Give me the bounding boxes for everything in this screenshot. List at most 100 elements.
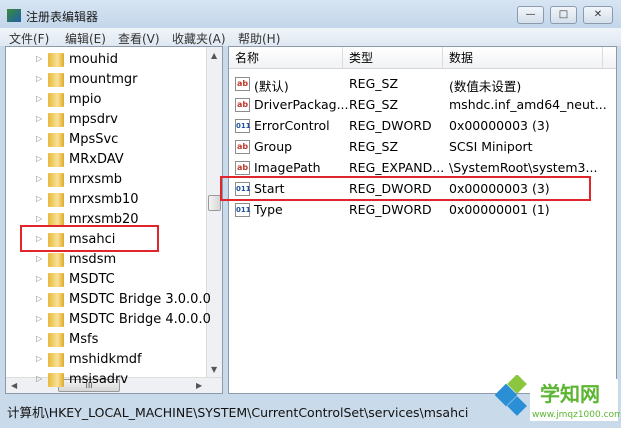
value-data: \SystemRoot\system3... — [449, 160, 598, 175]
tree-item-label: msisadrv — [69, 372, 129, 387]
value-row[interactable]: ab Group REG_SZ SCSI Miniport — [229, 137, 616, 157]
tree-item-label: MRxDAV — [69, 152, 124, 167]
tree-item-label: mpio — [69, 92, 102, 107]
tree-item-label: mpsdrv — [69, 112, 118, 127]
folder-icon — [48, 313, 64, 327]
folder-icon — [48, 353, 64, 367]
value-name: Group — [254, 139, 293, 154]
value-name: ErrorControl — [254, 118, 330, 133]
folder-icon — [48, 113, 64, 127]
expand-arrow-icon[interactable]: ▷ — [36, 154, 42, 163]
tree-item-label: MSDTC Bridge 4.0.0.0 — [69, 312, 211, 327]
value-type: REG_DWORD — [349, 118, 432, 133]
value-row[interactable]: 011 ErrorControl REG_DWORD 0x00000003 (3) — [229, 116, 616, 136]
expand-arrow-icon[interactable]: ▷ — [36, 354, 42, 363]
value-data: SCSI Miniport — [449, 139, 533, 154]
binary-value-icon: 011 — [235, 119, 251, 133]
menu-view[interactable]: 查看(V) — [118, 30, 160, 47]
expand-arrow-icon[interactable]: ▷ — [36, 174, 42, 183]
string-value-icon: ab — [235, 77, 250, 91]
folder-icon — [48, 153, 64, 167]
column-type[interactable]: 类型 — [343, 47, 443, 69]
tree-item-label: mouhid — [69, 52, 118, 67]
expand-arrow-icon[interactable]: ▷ — [36, 254, 42, 263]
folder-icon — [48, 273, 64, 287]
tree-item-label: msdsm — [69, 252, 117, 267]
list-header: 名称 类型 数据 — [229, 47, 616, 69]
scroll-left-arrow[interactable]: ◀ — [11, 381, 17, 390]
expand-arrow-icon[interactable]: ▷ — [36, 314, 42, 323]
menu-help[interactable]: 帮助(H) — [238, 30, 280, 47]
value-type: REG_SZ — [349, 76, 399, 91]
value-data: 0x00000001 (1) — [449, 202, 550, 217]
value-type: REG_DWORD — [349, 202, 432, 217]
folder-icon — [48, 373, 64, 387]
scroll-up-arrow[interactable]: ▲ — [211, 51, 217, 60]
maximize-button[interactable]: □ — [550, 6, 577, 24]
value-type: REG_SZ — [349, 97, 399, 112]
minimize-button[interactable]: — — [517, 6, 544, 24]
value-row[interactable]: ab ImagePath REG_EXPAND... \SystemRoot\syst… — [229, 158, 616, 178]
value-name: (默认) — [254, 79, 289, 94]
binary-value-icon: 011 — [235, 203, 251, 217]
column-data[interactable]: 数据 — [443, 47, 603, 69]
tree-item-label: MpsSvc — [69, 132, 119, 147]
expand-arrow-icon[interactable]: ▷ — [36, 134, 42, 143]
string-value-icon: ab — [235, 161, 250, 175]
scroll-down-arrow[interactable]: ▼ — [211, 365, 217, 374]
tree-item-label: Msfs — [69, 332, 99, 347]
value-row[interactable]: 011 Type REG_DWORD 0x00000001 (1) — [229, 200, 616, 220]
menu-edit[interactable]: 编辑(E) — [65, 30, 106, 47]
expand-arrow-icon[interactable]: ▷ — [36, 194, 42, 203]
tree-item-label: mshidkmdf — [69, 352, 142, 367]
key-tree: ▲ ▼ ◀ ▶ III ▷ mouhid ▷ mountmgr ▷ mpio ▷ mpsdrv… — [5, 46, 223, 394]
svg-text:学知网: 学知网 — [540, 382, 600, 406]
expand-arrow-icon[interactable]: ▷ — [36, 114, 42, 123]
value-data: 0x00000003 (3) — [449, 118, 550, 133]
value-data: (数值未设置) — [449, 79, 522, 94]
folder-icon — [48, 293, 64, 307]
watermark-logo: 学知网 www.jmqz1000.com — [480, 374, 621, 428]
value-row[interactable]: ab DriverPackag... REG_SZ mshdc.inf_amd64_n… — [229, 95, 616, 115]
value-type: REG_EXPAND... — [349, 160, 445, 175]
folder-icon — [48, 73, 64, 87]
values-list: 名称 类型 数据 ab (默认) REG_SZ (数值未设置) ab DriverPack… — [228, 46, 617, 394]
expand-arrow-icon[interactable]: ▷ — [36, 334, 42, 343]
close-button[interactable]: ✕ — [583, 6, 613, 24]
expand-arrow-icon[interactable]: ▷ — [36, 74, 42, 83]
folder-icon — [48, 253, 64, 267]
value-name: ImagePath — [254, 160, 321, 175]
folder-icon — [48, 53, 64, 67]
tree-item-label: MSDTC — [69, 272, 115, 287]
expand-arrow-icon[interactable]: ▷ — [36, 294, 42, 303]
folder-icon — [48, 133, 64, 147]
folder-icon — [48, 193, 64, 207]
scroll-right-arrow[interactable]: ▶ — [196, 381, 202, 390]
window-title: 注册表编辑器 — [26, 10, 99, 24]
value-name: DriverPackag... — [254, 97, 349, 112]
expand-arrow-icon[interactable]: ▷ — [36, 374, 42, 383]
regedit-icon — [7, 9, 21, 22]
value-row[interactable]: ab (默认) REG_SZ (数值未设置) — [229, 74, 616, 94]
folder-icon — [48, 173, 64, 187]
menu-favorites[interactable]: 收藏夹(A) — [172, 30, 226, 47]
menu-file[interactable]: 文件(F) — [9, 30, 49, 47]
tree-vertical-scrollbar[interactable] — [206, 47, 222, 377]
title-bar: 注册表编辑器 — □ ✕ — [0, 0, 621, 28]
value-data: mshdc.inf_amd64_neut... — [449, 97, 607, 112]
expand-arrow-icon[interactable]: ▷ — [36, 214, 42, 223]
value-name: Type — [254, 202, 283, 217]
expand-arrow-icon[interactable]: ▷ — [36, 54, 42, 63]
highlight-start-value — [220, 176, 591, 201]
tree-item-label: mrxsmb — [69, 172, 123, 187]
expand-arrow-icon[interactable]: ▷ — [36, 274, 42, 283]
column-name[interactable]: 名称 — [229, 47, 343, 69]
string-value-icon: ab — [235, 98, 250, 112]
tree-item-label: mrxsmb10 — [69, 192, 139, 207]
string-value-icon: ab — [235, 140, 250, 154]
menu-bar: 文件(F) 编辑(E) 查看(V) 收藏夹(A) 帮助(H) — [0, 28, 621, 46]
value-type: REG_SZ — [349, 139, 399, 154]
folder-icon — [48, 333, 64, 347]
folder-icon — [48, 93, 64, 107]
expand-arrow-icon[interactable]: ▷ — [36, 94, 42, 103]
